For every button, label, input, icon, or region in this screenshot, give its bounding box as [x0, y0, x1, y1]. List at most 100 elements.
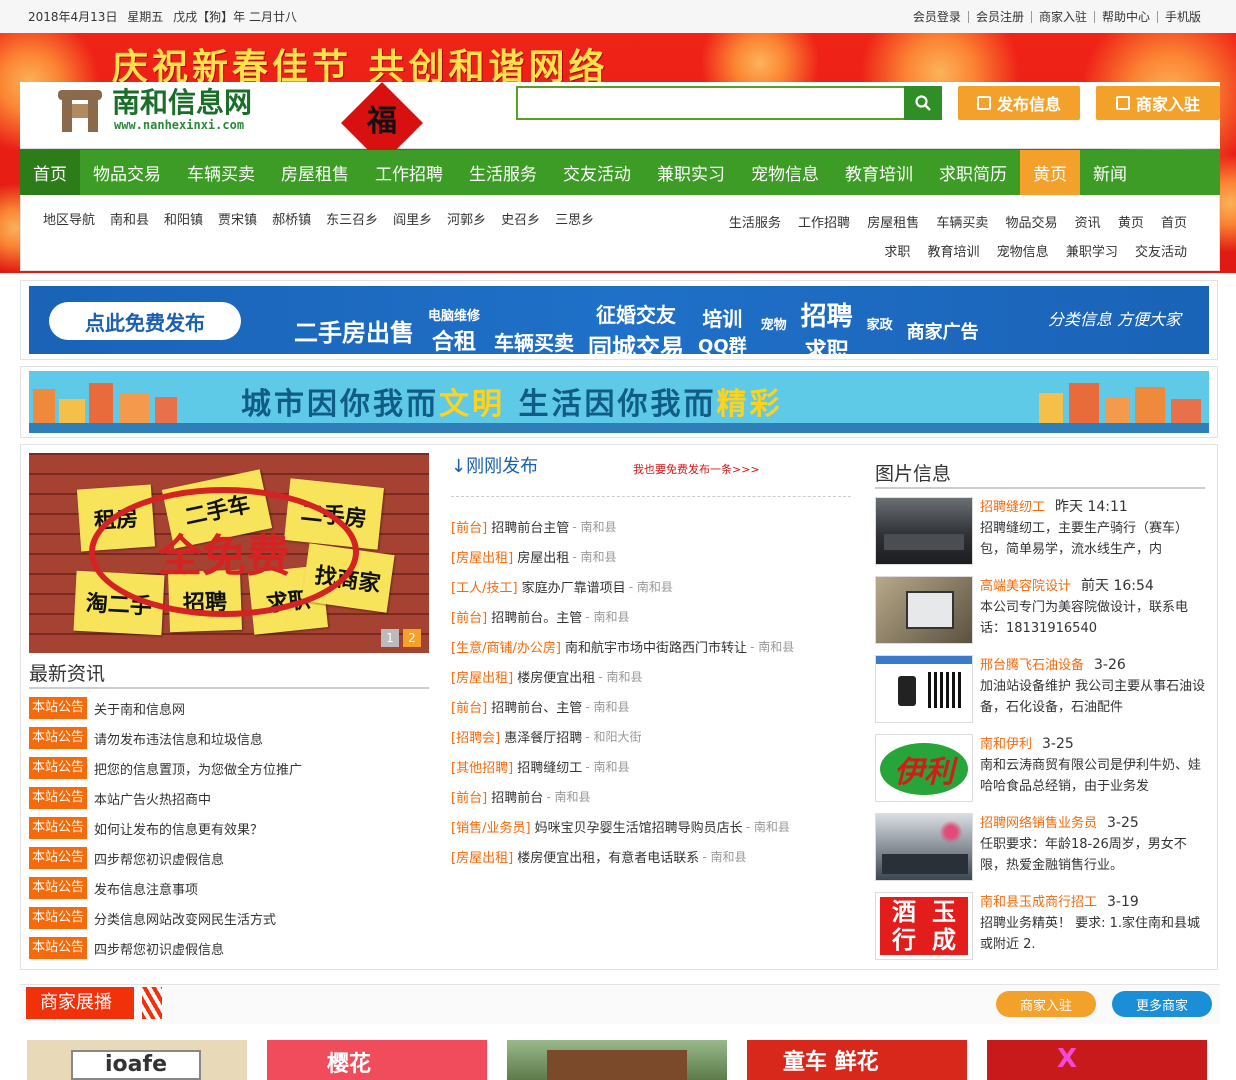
post-title[interactable]: 招聘前台、主管: [491, 697, 582, 716]
nav-jobs[interactable]: 工作招聘: [362, 150, 456, 195]
list-item[interactable]: [前台] 招聘前台 - 南和县: [451, 781, 861, 811]
post-category[interactable]: [房屋出租]: [451, 847, 513, 866]
merchant-join-pill[interactable]: 商家入驻: [996, 991, 1096, 1017]
slider-page-2[interactable]: 2: [403, 629, 421, 647]
news-title[interactable]: 请勿发布违法信息和垃圾信息: [94, 729, 263, 748]
category-link[interactable]: 车辆买卖: [936, 209, 988, 238]
merchant-thumb[interactable]: 樱花: [267, 1040, 487, 1080]
category-link[interactable]: 交友活动: [1135, 238, 1187, 267]
merchant-thumb[interactable]: ioafe: [27, 1040, 247, 1080]
list-item[interactable]: [其他招聘] 招聘缝纫工 - 南和县: [451, 751, 861, 781]
region-link[interactable]: 河郭乡: [447, 209, 486, 228]
category-link[interactable]: 兼职学习: [1066, 238, 1118, 267]
news-title[interactable]: 分类信息网站改变网民生活方式: [94, 909, 276, 928]
category-link[interactable]: 首页: [1161, 209, 1187, 238]
link-mobile[interactable]: 手机版: [1156, 10, 1208, 23]
post-title[interactable]: 楼房便宜出租: [517, 667, 595, 686]
list-item[interactable]: 本站公告 请勿发布违法信息和垃圾信息: [29, 723, 429, 753]
list-item[interactable]: [招聘会] 惠泽餐厅招聘 - 和阳大街: [451, 721, 861, 751]
post-category[interactable]: [销售/业务员]: [451, 817, 531, 836]
promo-slider[interactable]: 租房 二手车 二手房 淘二手 招聘 求职 找商家 全免费 1 2: [29, 453, 429, 653]
link-register[interactable]: 会员注册: [967, 10, 1031, 23]
thumb-image[interactable]: [875, 497, 973, 565]
pic-item-title[interactable]: 高端美容院设计: [980, 579, 1071, 594]
list-item[interactable]: [前台] 招聘前台主管 - 南和县: [451, 511, 861, 541]
list-item[interactable]: [前台] 招聘前台。主管 - 南和县: [451, 601, 861, 631]
region-link[interactable]: 南和县: [110, 209, 149, 228]
pic-item-title[interactable]: 邢台腾飞石油设备: [980, 658, 1084, 673]
region-link[interactable]: 史召乡: [501, 209, 540, 228]
free-post-ad-button[interactable]: 点此免费发布: [49, 302, 241, 340]
news-title[interactable]: 关于南和信息网: [94, 699, 185, 718]
news-title[interactable]: 如何让发布的信息更有效果？: [94, 819, 263, 838]
list-item[interactable]: [工人/技工] 家庭办厂靠谱项目 - 南和县: [451, 571, 861, 601]
nav-housing[interactable]: 房屋租售: [268, 150, 362, 195]
free-post-link[interactable]: 我也要免费发布一条>>>: [633, 461, 760, 477]
nav-education[interactable]: 教育培训: [832, 150, 926, 195]
region-link[interactable]: 和阳镇: [164, 209, 203, 228]
news-title[interactable]: 本站广告火热招商中: [94, 789, 211, 808]
link-merchant-join[interactable]: 商家入驻: [1030, 10, 1094, 23]
region-link[interactable]: 阎里乡: [393, 209, 432, 228]
thumb-image[interactable]: 酒 玉 行 成: [875, 892, 973, 960]
post-category[interactable]: [房屋出租]: [451, 547, 513, 566]
category-link[interactable]: 教育培训: [928, 238, 980, 267]
category-link[interactable]: 宠物信息: [997, 238, 1049, 267]
post-category[interactable]: [前台]: [451, 697, 487, 716]
post-category[interactable]: [工人/技工]: [451, 577, 518, 596]
list-item[interactable]: [销售/业务员] 妈咪宝贝孕婴生活馆招聘导购员店长 - 南和县: [451, 811, 861, 841]
merchant-join-button[interactable]: 商家入驻: [1096, 86, 1220, 120]
post-title[interactable]: 招聘前台: [491, 787, 543, 806]
list-item[interactable]: [房屋出租] 楼房便宜出租，有意者电话联系 - 南和县: [451, 841, 861, 871]
merchant-thumb[interactable]: 童车 鲜花: [747, 1040, 967, 1080]
list-item[interactable]: 本站公告 四步帮您初识虚假信息: [29, 933, 429, 963]
list-item[interactable]: 本站公告 发布信息注意事项: [29, 873, 429, 903]
nav-part-time[interactable]: 兼职实习: [644, 150, 738, 195]
merchant-thumb[interactable]: [507, 1040, 727, 1080]
post-category[interactable]: [招聘会]: [451, 727, 500, 746]
category-link[interactable]: 黄页: [1118, 209, 1144, 238]
post-info-button[interactable]: 发布信息: [958, 86, 1080, 120]
post-title[interactable]: 楼房便宜出租，有意者电话联系: [517, 847, 699, 866]
post-title[interactable]: 招聘前台。主管: [491, 607, 582, 626]
pic-item-title[interactable]: 招聘缝纫工: [980, 500, 1045, 515]
list-item[interactable]: 本站公告 分类信息网站改变网民生活方式: [29, 903, 429, 933]
list-item[interactable]: 招聘缝纫工 昨天 14:11 招聘缝纫工，主要生产骑行（赛车）包，简单易学，流水线…: [875, 497, 1209, 576]
news-title[interactable]: 四步帮您初识虚假信息: [94, 849, 224, 868]
list-item[interactable]: 酒 玉 行 成 南和县玉成商行招工 3-19 招聘业务精英！ 要求: 1.家住南和…: [875, 892, 1209, 971]
list-item[interactable]: 邢台腾飞石油设备 3-26 加油站设备维护 我公司主要从事石油设备，石化设备，石油…: [875, 655, 1209, 734]
region-link[interactable]: 东三召乡: [326, 209, 378, 228]
thumb-image[interactable]: [875, 813, 973, 881]
list-item[interactable]: [房屋出租] 房屋出租 - 南和县: [451, 541, 861, 571]
news-title[interactable]: 把您的信息置顶，为您做全方位推广: [94, 759, 302, 778]
search-input[interactable]: [516, 86, 904, 120]
news-title[interactable]: 四步帮您初识虚假信息: [94, 939, 224, 958]
list-item[interactable]: [房屋出租] 楼房便宜出租 - 南和县: [451, 661, 861, 691]
category-link[interactable]: 房屋租售: [867, 209, 919, 238]
post-category[interactable]: [前台]: [451, 787, 487, 806]
post-title[interactable]: 招聘前台主管: [491, 517, 569, 536]
nav-vehicles[interactable]: 车辆买卖: [174, 150, 268, 195]
free-post-ad[interactable]: 点此免费发布 二手房出售 电脑维修 合租 车辆买卖 征婚交友 同城交易 培训 Q…: [20, 280, 1218, 360]
list-item[interactable]: 高端美容院设计 前天 16:54 本公司专门为美容院做设计，联系电话：181319…: [875, 576, 1209, 655]
nav-life-services[interactable]: 生活服务: [456, 150, 550, 195]
list-item[interactable]: 本站公告 四步帮您初识虚假信息: [29, 843, 429, 873]
nav-yellow-pages[interactable]: 黄页: [1020, 150, 1080, 195]
list-item[interactable]: 本站公告 关于南和信息网: [29, 693, 429, 723]
category-link[interactable]: 资讯: [1075, 209, 1101, 238]
region-link[interactable]: 郝桥镇: [272, 209, 311, 228]
list-item[interactable]: 伊利 南和伊利 3-25 南和云涛商贸有限公司是伊利牛奶、娃哈哈食品总经销，由于业…: [875, 734, 1209, 813]
thumb-image[interactable]: [875, 576, 973, 644]
category-link[interactable]: 求职: [884, 238, 910, 267]
merchant-thumb[interactable]: X: [987, 1040, 1207, 1080]
post-category[interactable]: [前台]: [451, 517, 487, 536]
pic-item-title[interactable]: 南和县玉成商行招工: [980, 895, 1097, 910]
post-title[interactable]: 家庭办厂靠谱项目: [522, 577, 626, 596]
nav-news[interactable]: 新闻: [1080, 150, 1140, 195]
category-link[interactable]: 生活服务: [729, 209, 781, 238]
pic-item-title[interactable]: 招聘网络销售业务员: [980, 816, 1097, 831]
region-link[interactable]: 贾宋镇: [218, 209, 257, 228]
list-item[interactable]: [生意/商铺/办公房] 南和航宇市场中街路西门市转让 - 南和县: [451, 631, 861, 661]
link-login[interactable]: 会员登录: [906, 11, 968, 23]
list-item[interactable]: 本站公告 本站广告火热招商中: [29, 783, 429, 813]
